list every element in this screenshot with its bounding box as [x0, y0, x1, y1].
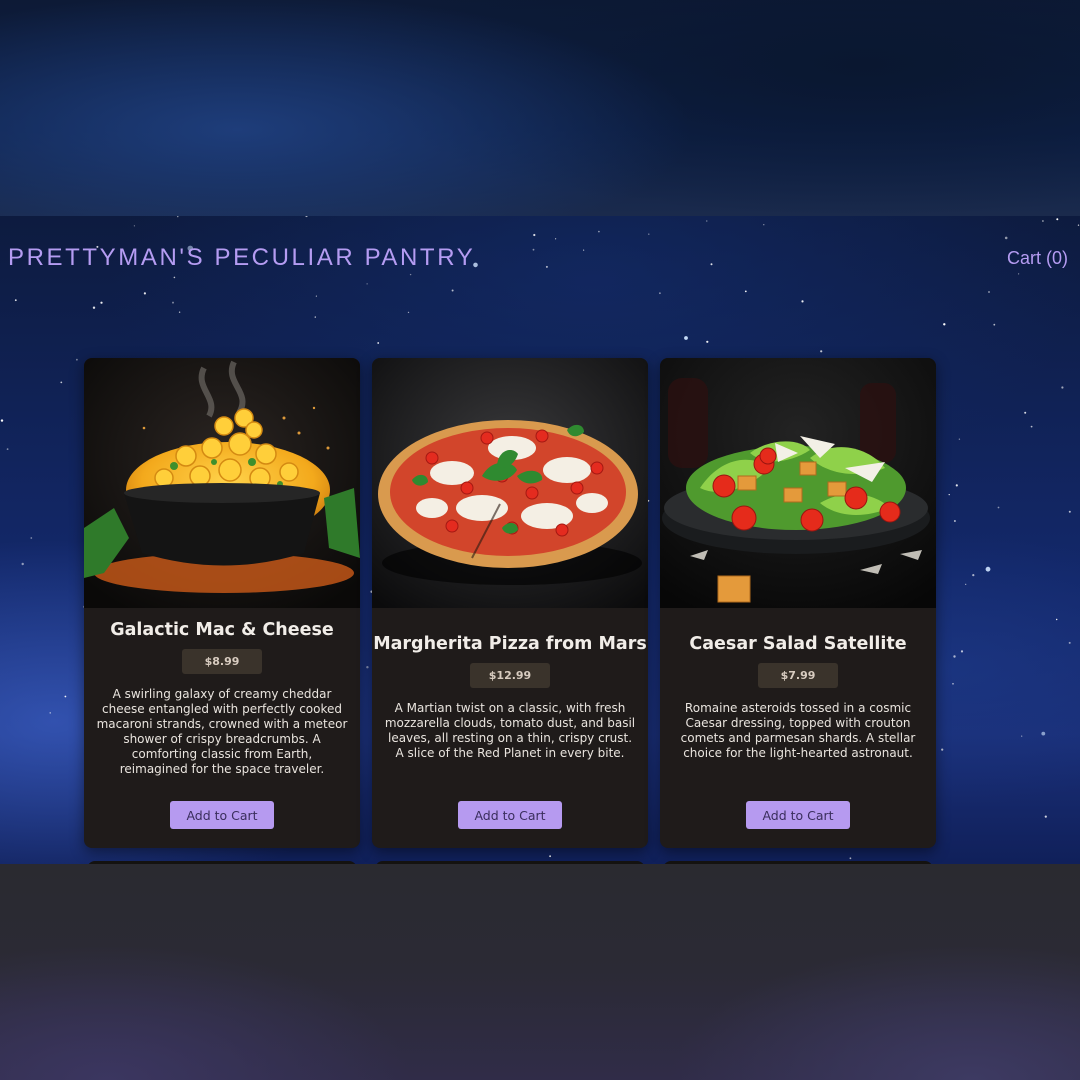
price-badge: $7.99 — [758, 663, 838, 688]
product-description: A Martian twist on a classic, with fresh… — [384, 701, 636, 760]
product-name: Caesar Salad Satellite — [689, 634, 907, 654]
product-image-margherita-pizza — [372, 358, 648, 608]
add-to-cart-button[interactable]: Add to Cart — [458, 801, 562, 829]
product-image-caesar-salad — [660, 358, 936, 608]
product-image-mac-and-cheese — [84, 358, 360, 608]
product-description: A swirling galaxy of creamy cheddar chee… — [96, 687, 348, 776]
blurred-frame-top — [0, 0, 1080, 216]
product-description: Romaine asteroids tossed in a cosmic Cae… — [680, 701, 916, 760]
product-card: Galactic Mac & Cheese $8.99 A swirling g… — [84, 358, 360, 848]
brand-title: PRETTYMAN'S PECULIAR PANTRY — [8, 244, 476, 271]
product-card: Caesar Salad Satellite $7.99 Romaine ast… — [660, 358, 936, 848]
product-name: Margherita Pizza from Mars — [373, 634, 647, 654]
product-card: Margherita Pizza from Mars $12.99 A Mart… — [372, 358, 648, 848]
cart-link[interactable]: Cart (0) — [1007, 248, 1068, 269]
storefront-page: PRETTYMAN'S PECULIAR PANTRY Cart (0) Gal… — [0, 216, 1080, 864]
price-badge: $12.99 — [470, 663, 550, 688]
product-name: Galactic Mac & Cheese — [110, 620, 334, 640]
add-to-cart-button[interactable]: Add to Cart — [746, 801, 850, 829]
blurred-frame-bottom — [0, 864, 1080, 1080]
price-badge: $8.99 — [182, 649, 262, 674]
add-to-cart-button[interactable]: Add to Cart — [170, 801, 274, 829]
